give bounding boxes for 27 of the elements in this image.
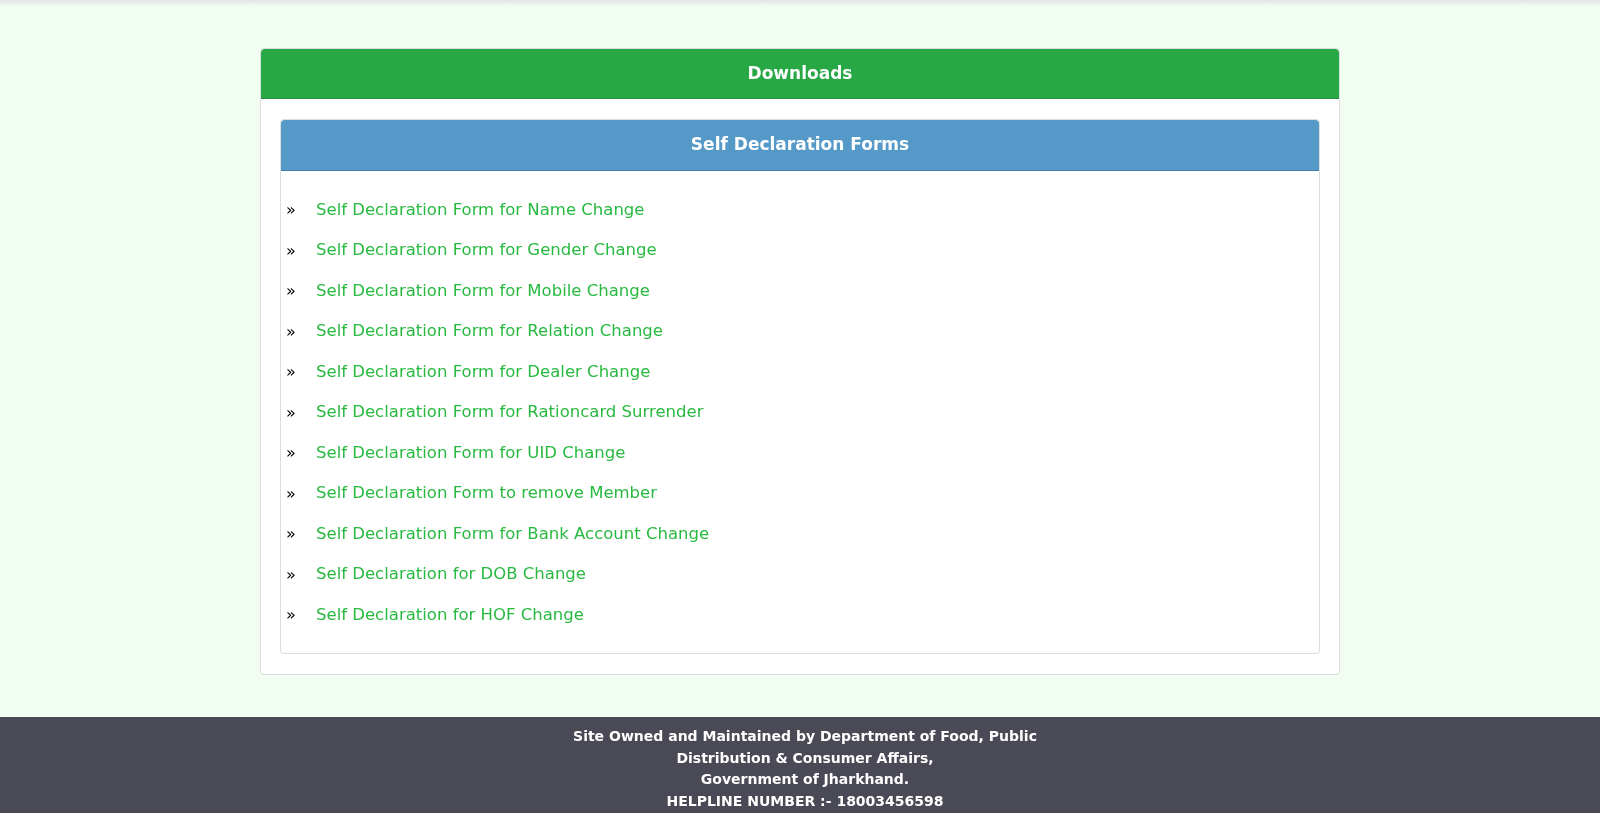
bullet-marker: » — [285, 442, 297, 465]
bullet-marker: » — [285, 361, 297, 384]
form-link[interactable]: Self Declaration Form for UID Change — [316, 440, 626, 466]
form-link[interactable]: Self Declaration for DOB Change — [316, 562, 586, 588]
form-link[interactable]: Self Declaration for HOF Change — [316, 602, 584, 628]
bullet-marker: » — [285, 320, 297, 343]
panel-title: Self Declaration Forms — [690, 133, 910, 157]
bullet-marker: » — [285, 563, 297, 586]
footer-text: HELPLINE NUMBER :- 18003456598 — [666, 791, 944, 811]
bullet-marker: » — [285, 280, 297, 303]
bullet-marker: » — [285, 604, 297, 627]
footer-text: Government of Jharkhand. — [700, 770, 910, 789]
bullet-marker: » — [285, 199, 297, 222]
card-title: Downloads — [747, 61, 853, 85]
bullet-marker: » — [285, 523, 297, 546]
form-link[interactable]: Self Declaration Form for Dealer Change — [316, 359, 651, 385]
form-link[interactable]: Self Declaration Form for Rationcard Surrender — [316, 400, 704, 426]
form-link[interactable]: Self Declaration Form for Gender Change — [316, 238, 657, 264]
bullet-marker: » — [285, 401, 297, 424]
bullet-marker: » — [285, 482, 297, 505]
form-link[interactable]: Self Declaration Form for Bank Account Change — [316, 521, 710, 547]
form-link[interactable]: Self Declaration Form for Name Change — [316, 197, 645, 223]
bullet-marker: » — [285, 239, 297, 262]
footer-text: Site Owned and Maintained by Department of Food, Public Distribution & Consumer Affairs, — [572, 727, 1038, 768]
form-link[interactable]: Self Declaration Form for Relation Change — [316, 319, 663, 345]
form-link[interactable]: Self Declaration Form to remove Member — [316, 481, 658, 507]
form-link[interactable]: Self Declaration Form for Mobile Change — [316, 278, 650, 304]
